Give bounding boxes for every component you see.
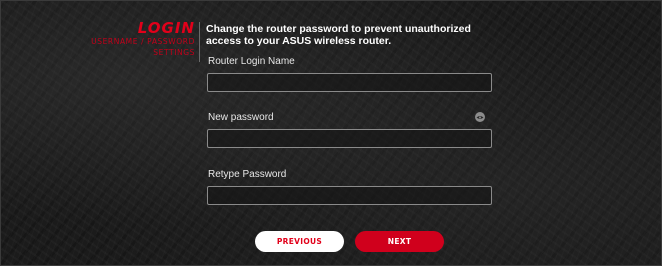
step-title: LOGIN bbox=[137, 19, 195, 37]
eye-icon[interactable] bbox=[475, 112, 485, 122]
new-password-input[interactable] bbox=[207, 129, 492, 148]
retype-password-input[interactable] bbox=[207, 186, 492, 205]
step-indicator: LOGIN USERNAME / PASSWORD SETTINGS bbox=[80, 20, 195, 58]
step-subtitle: USERNAME / PASSWORD bbox=[91, 37, 195, 46]
login-name-input[interactable] bbox=[207, 73, 492, 92]
page-description: Change the router password to prevent un… bbox=[206, 23, 471, 47]
retype-password-label: Retype Password bbox=[208, 169, 287, 180]
divider-line bbox=[199, 22, 200, 62]
previous-button[interactable]: PREVIOUS bbox=[255, 231, 344, 252]
next-button[interactable]: NEXT bbox=[355, 231, 444, 252]
step-subtitle-2: SETTINGS bbox=[153, 48, 195, 57]
new-password-label: New password bbox=[208, 112, 274, 123]
login-name-label: Router Login Name bbox=[208, 56, 295, 67]
